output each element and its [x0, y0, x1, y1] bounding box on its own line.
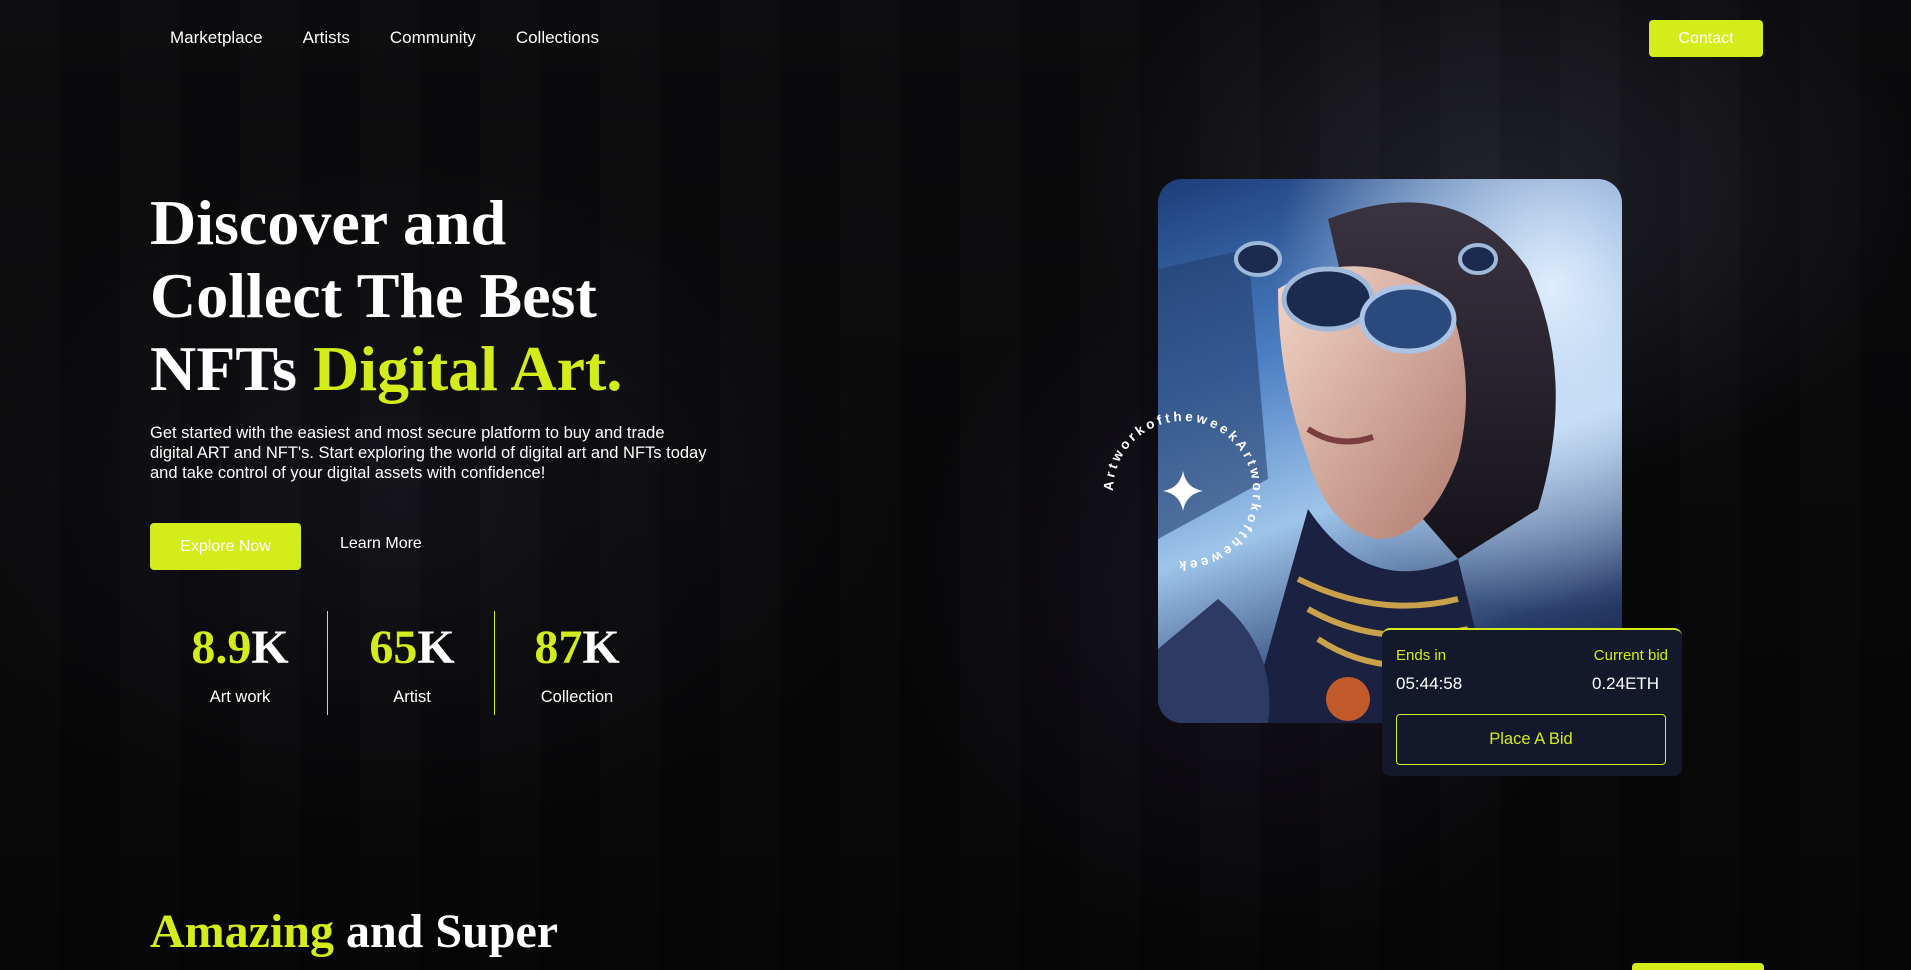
headline-accent: Digital Art. — [313, 333, 623, 404]
stat-value: 65K — [369, 621, 455, 674]
page-background — [0, 0, 1911, 970]
place-bid-button[interactable]: Place A Bid — [1396, 714, 1666, 765]
stat-artist: 65K Artist — [362, 620, 462, 707]
explore-now-button[interactable]: Explore Now — [150, 523, 301, 570]
sparkle-icon — [1163, 471, 1203, 511]
learn-more-button[interactable]: Learn More — [340, 535, 422, 553]
stat-collection: 87K Collection — [527, 620, 627, 707]
artwork-of-the-week-badge: ArtworkoftheweekArtworkoftheweek — [1101, 409, 1262, 573]
stat-artwork: 8.9K Art work — [190, 620, 290, 707]
contact-button[interactable]: Contact — [1649, 20, 1763, 57]
nav-artists[interactable]: Artists — [303, 28, 350, 48]
nav-collections[interactable]: Collections — [516, 28, 599, 48]
stat-label: Collection — [540, 688, 614, 706]
stat-label: Artist — [393, 688, 431, 706]
headline-line-2: Collect The Best — [150, 260, 597, 331]
stat-value: 87K — [534, 621, 620, 674]
ends-in-label: Ends in — [1396, 647, 1447, 664]
hero-headline: Discover and Collect The Best NFTs Digit… — [150, 186, 850, 405]
nav-marketplace[interactable]: Marketplace — [170, 28, 263, 48]
headline-line-1: Discover and — [150, 187, 507, 258]
section-button[interactable] — [1632, 963, 1764, 970]
top-nav: Marketplace Artists Community Collection… — [170, 28, 599, 48]
nav-community[interactable]: Community — [390, 28, 476, 48]
stat-divider — [494, 611, 495, 715]
headline-line-3-prefix: NFTs — [150, 333, 314, 404]
stat-divider — [327, 611, 328, 715]
countdown-value: 05:44:58 — [1396, 674, 1463, 693]
hero-description: Get started with the easiest and most se… — [150, 424, 707, 482]
current-bid-value: 0.24ETH — [1592, 674, 1660, 693]
stat-value: 8.9K — [191, 621, 289, 674]
bid-card: Ends in Current bid 05:44:58 0.24ETH Pla… — [1382, 628, 1682, 776]
stat-label: Art work — [209, 688, 271, 706]
section-title: Amazing and Super — [150, 905, 559, 958]
current-bid-label: Current bid — [1593, 647, 1668, 664]
